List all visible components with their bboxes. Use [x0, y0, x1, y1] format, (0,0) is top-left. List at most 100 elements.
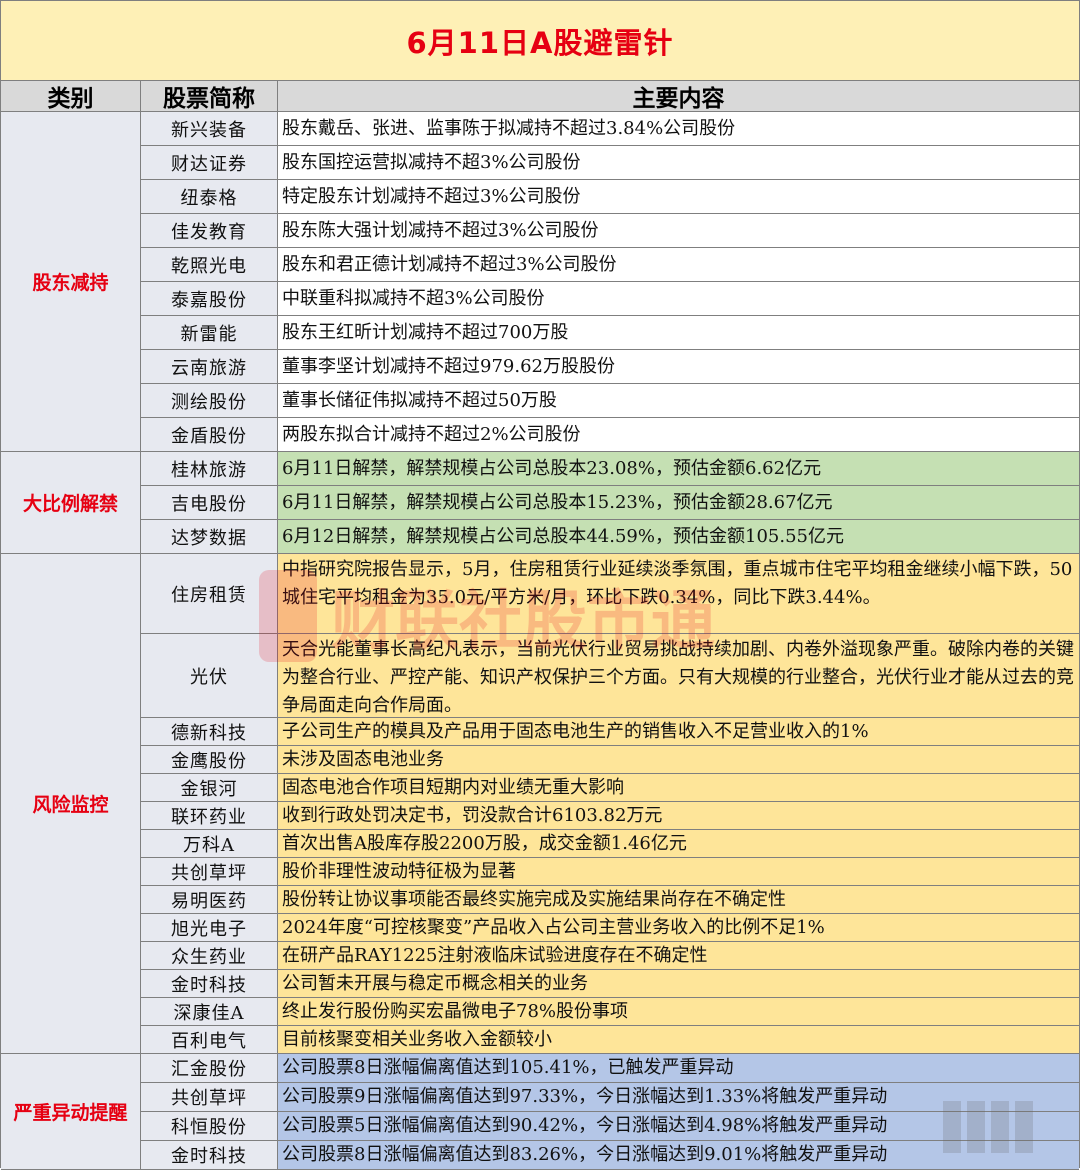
- row-content: 在研产品RAY1225注射液临床试验进度存在不确定性: [278, 942, 1079, 969]
- table-row: 新兴装备 股东戴岳、张进、监事陈于拟减持不超过3.84%公司股份: [141, 112, 1079, 146]
- table-row: 乾照光电 股东和君正德计划减持不超过3%公司股份: [141, 248, 1079, 282]
- table-row: 易明医药 股份转让协议事项能否最终实施完成及实施结果尚存在不确定性: [141, 886, 1079, 914]
- stock-name: 德新科技: [141, 718, 278, 745]
- table-row: 共创草坪 股价非理性波动特征极为显著: [141, 858, 1079, 886]
- stock-name: 金时科技: [141, 1141, 278, 1169]
- table-row: 财达证券 股东国控运营拟减持不超3%公司股份: [141, 146, 1079, 180]
- table-row: 万科A 首次出售A股库存股2200万股，成交金额1.46亿元: [141, 830, 1079, 858]
- stock-name: 财达证券: [141, 146, 278, 179]
- row-content: 6月12日解禁，解禁规模占公司总股本44.59%，预估金额105.55亿元: [278, 520, 1079, 553]
- table-row: 云南旅游 董事李坚计划减持不超过979.62万股股份: [141, 350, 1079, 384]
- category-label: 股东减持: [1, 112, 141, 451]
- table-row: 纽泰格 特定股东计划减持不超过3%公司股份: [141, 180, 1079, 214]
- category-label: 风险监控: [1, 554, 141, 1053]
- stock-name: 纽泰格: [141, 180, 278, 213]
- stock-name: 易明医药: [141, 886, 278, 913]
- table-header: 类别 股票简称 主要内容: [1, 81, 1079, 112]
- stock-alert-table: 6月11日A股避雷针 类别 股票简称 主要内容 股东减持 新兴装备 股东戴岳、张进…: [0, 0, 1080, 1170]
- stock-name: 新雷能: [141, 316, 278, 349]
- group-abnormal-alert: 严重异动提醒 汇金股份 公司股票8日涨幅偏离值达到105.41%，已触发严重异动 …: [1, 1054, 1079, 1170]
- table-row: 金鹰股份 未涉及固态电池业务: [141, 746, 1079, 774]
- table-row: 深康佳A 终止发行股份购买宏晶微电子78%股份事项: [141, 998, 1079, 1026]
- stock-name: 住房租赁: [141, 554, 278, 633]
- row-content: 股东戴岳、张进、监事陈于拟减持不超过3.84%公司股份: [278, 112, 1079, 145]
- stock-name: 乾照光电: [141, 248, 278, 281]
- row-content: 公司股票5日涨幅偏离值达到90.42%，今日涨幅达到4.98%将触发严重异动: [278, 1112, 1079, 1140]
- table-row: 汇金股份 公司股票8日涨幅偏离值达到105.41%，已触发严重异动: [141, 1054, 1079, 1083]
- row-content: 特定股东计划减持不超过3%公司股份: [278, 180, 1079, 213]
- stock-name: 共创草坪: [141, 1083, 278, 1111]
- stock-name: 金银河: [141, 774, 278, 801]
- table-row: 新雷能 股东王红昕计划减持不超过700万股: [141, 316, 1079, 350]
- stock-name: 金盾股份: [141, 418, 278, 451]
- header-category: 类别: [1, 81, 141, 112]
- stock-name: 测绘股份: [141, 384, 278, 417]
- table-row: 佳发教育 股东陈大强计划减持不超过3%公司股份: [141, 214, 1079, 248]
- row-content: 股东国控运营拟减持不超3%公司股份: [278, 146, 1079, 179]
- row-content: 终止发行股份购买宏晶微电子78%股份事项: [278, 998, 1079, 1025]
- row-content: 收到行政处罚决定书，罚没款合计6103.82万元: [278, 802, 1079, 829]
- page-title: 6月11日A股避雷针: [1, 1, 1079, 81]
- table-row: 联环药业 收到行政处罚决定书，罚没款合计6103.82万元: [141, 802, 1079, 830]
- row-content: 中指研究院报告显示，5月，住房租赁行业延续淡季氛围，重点城市住宅平均租金继续小幅…: [278, 554, 1079, 633]
- table-row: 德新科技 子公司生产的模具及产品用于固态电池生产的销售收入不足营业收入的1%: [141, 718, 1079, 746]
- row-content: 未涉及固态电池业务: [278, 746, 1079, 773]
- row-content: 天合光能董事长高纪凡表示，当前光伏行业贸易挑战持续加剧、内卷外溢现象严重。破除内…: [278, 634, 1079, 717]
- stock-name: 达梦数据: [141, 520, 278, 553]
- stock-name: 共创草坪: [141, 858, 278, 885]
- row-content: 6月11日解禁，解禁规模占公司总股本23.08%，预估金额6.62亿元: [278, 452, 1079, 485]
- table-row: 泰嘉股份 中联重科拟减持不超3%公司股份: [141, 282, 1079, 316]
- row-content: 6月11日解禁，解禁规模占公司总股本15.23%，预估金额28.67亿元: [278, 486, 1079, 519]
- row-content: 股价非理性波动特征极为显著: [278, 858, 1079, 885]
- header-stock-name: 股票简称: [141, 81, 278, 112]
- stock-name: 万科A: [141, 830, 278, 857]
- row-content: 两股东拟合计减持不超过2%公司股份: [278, 418, 1079, 451]
- table-row: 达梦数据 6月12日解禁，解禁规模占公司总股本44.59%，预估金额105.55亿…: [141, 520, 1079, 553]
- stock-name: 云南旅游: [141, 350, 278, 383]
- group-large-unlock: 大比例解禁 桂林旅游 6月11日解禁，解禁规模占公司总股本23.08%，预估金额6…: [1, 452, 1079, 554]
- stock-name: 金鹰股份: [141, 746, 278, 773]
- table-row: 吉电股份 6月11日解禁，解禁规模占公司总股本15.23%，预估金额28.67亿元: [141, 486, 1079, 520]
- table-row: 金时科技 公司股票8日涨幅偏离值达到83.26%，今日涨幅达到9.01%将触发严重…: [141, 1141, 1079, 1169]
- table-row: 桂林旅游 6月11日解禁，解禁规模占公司总股本23.08%，预估金额6.62亿元: [141, 452, 1079, 486]
- row-content: 固态电池合作项目短期内对业绩无重大影响: [278, 774, 1079, 801]
- stock-name: 光伏: [141, 634, 278, 717]
- row-content: 公司股票8日涨幅偏离值达到83.26%，今日涨幅达到9.01%将触发严重异动: [278, 1141, 1079, 1169]
- table-row: 科恒股份 公司股票5日涨幅偏离值达到90.42%，今日涨幅达到4.98%将触发严重…: [141, 1112, 1079, 1141]
- table-row: 金盾股份 两股东拟合计减持不超过2%公司股份: [141, 418, 1079, 451]
- row-content: 2024年度“可控核聚变”产品收入占公司主营业务收入的比例不足1%: [278, 914, 1079, 941]
- stock-name: 桂林旅游: [141, 452, 278, 485]
- group-shareholder-reduction: 股东减持 新兴装备 股东戴岳、张进、监事陈于拟减持不超过3.84%公司股份 财达证…: [1, 112, 1079, 452]
- row-content: 董事长储征伟拟减持不超过50万股: [278, 384, 1079, 417]
- table-row: 光伏 天合光能董事长高纪凡表示，当前光伏行业贸易挑战持续加剧、内卷外溢现象严重。破…: [141, 634, 1079, 718]
- stock-name: 百利电气: [141, 1026, 278, 1053]
- table-row: 金银河 固态电池合作项目短期内对业绩无重大影响: [141, 774, 1079, 802]
- stock-name: 新兴装备: [141, 112, 278, 145]
- group-risk-monitor: 风险监控 住房租赁 中指研究院报告显示，5月，住房租赁行业延续淡季氛围，重点城市住…: [1, 554, 1079, 1054]
- row-content: 股东和君正德计划减持不超过3%公司股份: [278, 248, 1079, 281]
- table-row: 金时科技 公司暂未开展与稳定币概念相关的业务: [141, 970, 1079, 998]
- stock-name: 众生药业: [141, 942, 278, 969]
- stock-name: 科恒股份: [141, 1112, 278, 1140]
- row-content: 董事李坚计划减持不超过979.62万股股份: [278, 350, 1079, 383]
- row-content: 股份转让协议事项能否最终实施完成及实施结果尚存在不确定性: [278, 886, 1079, 913]
- row-content: 目前核聚变相关业务收入金额较小: [278, 1026, 1079, 1053]
- stock-name: 吉电股份: [141, 486, 278, 519]
- row-content: 首次出售A股库存股2200万股，成交金额1.46亿元: [278, 830, 1079, 857]
- stock-name: 旭光电子: [141, 914, 278, 941]
- table-row: 共创草坪 公司股票9日涨幅偏离值达到97.33%，今日涨幅达到1.33%将触发严重…: [141, 1083, 1079, 1112]
- header-main-content: 主要内容: [632, 86, 725, 112]
- row-content: 股东王红昕计划减持不超过700万股: [278, 316, 1079, 349]
- stock-name: 联环药业: [141, 802, 278, 829]
- stock-name: 金时科技: [141, 970, 278, 997]
- table-row: 百利电气 目前核聚变相关业务收入金额较小: [141, 1026, 1079, 1053]
- table-row: 旭光电子 2024年度“可控核聚变”产品收入占公司主营业务收入的比例不足1%: [141, 914, 1079, 942]
- category-label: 严重异动提醒: [1, 1054, 141, 1169]
- row-content: 公司暂未开展与稳定币概念相关的业务: [278, 970, 1079, 997]
- category-label: 大比例解禁: [1, 452, 141, 553]
- row-content: 子公司生产的模具及产品用于固态电池生产的销售收入不足营业收入的1%: [278, 718, 1079, 745]
- row-content: 股东陈大强计划减持不超过3%公司股份: [278, 214, 1079, 247]
- stock-name: 深康佳A: [141, 998, 278, 1025]
- stock-name: 泰嘉股份: [141, 282, 278, 315]
- table-row: 测绘股份 董事长储征伟拟减持不超过50万股: [141, 384, 1079, 418]
